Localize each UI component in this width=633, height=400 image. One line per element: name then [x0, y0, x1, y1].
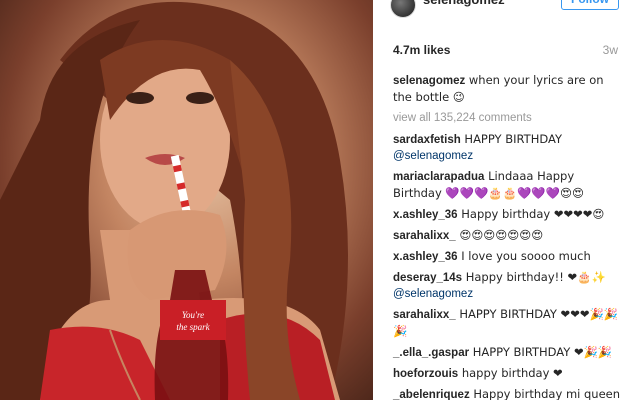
comment-username[interactable]: x.ashley_36 [393, 209, 458, 221]
comment-item: deseray_14s Happy birthday!! ❤🎂✨ @selena… [393, 269, 621, 302]
comment-username[interactable]: _abelenriquez [393, 389, 470, 400]
comment-username[interactable]: x.ashley_36 [393, 251, 458, 263]
post-photo[interactable]: You're the spark [0, 0, 373, 400]
post-age[interactable]: 3w [603, 43, 618, 57]
comment-username[interactable]: mariaclarapadua [393, 171, 484, 183]
stats-row: 4.7m likes 3w [393, 43, 618, 59]
view-all-comments-link[interactable]: view all 135,224 comments [393, 110, 621, 126]
comment-username[interactable]: sarahalixx_ [393, 230, 456, 242]
comment-text: Happy birthday!! ❤🎂✨ [462, 270, 606, 284]
post-header: selenagomez Follow [373, 0, 633, 22]
like-count[interactable]: 4.7m likes [393, 43, 450, 57]
comment-item: mariaclarapadua Lindaaa Happy Birthday 💜… [393, 168, 621, 202]
comment-mention[interactable]: @selenagomez [393, 288, 473, 300]
comment-text: Happy birthday mi queen [469, 387, 621, 400]
comment-text: 😍😍😍😍😍😍😍 [455, 228, 544, 242]
caption: selenagomez when your lyrics are on the … [393, 72, 621, 106]
comment-item: x.ashley_36 I love you soooo much [393, 248, 621, 265]
svg-text:You're: You're [182, 310, 204, 320]
avatar[interactable] [390, 0, 416, 18]
comment-item: sarahalixx_ HAPPY BIRTHDAY ❤❤❤🎉🎉🎉 [393, 306, 621, 340]
comment-item: x.ashley_36 Happy birthday ❤❤❤❤😍 [393, 206, 621, 223]
comment-item: sarahalixx_ 😍😍😍😍😍😍😍 [393, 227, 621, 244]
caption-username[interactable]: selenagomez [393, 75, 465, 87]
comment-text: Happy birthday ❤❤❤❤😍 [457, 207, 605, 221]
comment-text: happy birthday ❤ [458, 366, 563, 380]
comment-item: hoeforzouis happy birthday ❤ [393, 365, 621, 382]
comment-username[interactable]: hoeforzouis [393, 368, 458, 380]
comment-text: HAPPY BIRTHDAY [460, 132, 562, 146]
comment-list: selenagomez when your lyrics are on the … [393, 72, 621, 400]
comment-text: I love you soooo much [457, 249, 591, 263]
comment-text: HAPPY BIRTHDAY ❤🎉🎉 [469, 345, 613, 359]
comment-username[interactable]: _.ella_.gaspar [393, 347, 469, 359]
comment-item: _abelenriquez Happy birthday mi queen [393, 386, 621, 400]
svg-text:the spark: the spark [176, 322, 210, 332]
comment-username[interactable]: sarahalixx_ [393, 309, 456, 321]
portrait-illustration: You're the spark [0, 1, 348, 400]
follow-button[interactable]: Follow [561, 0, 619, 10]
comment-username[interactable]: deseray_14s [393, 272, 462, 284]
comment-item: _.ella_.gaspar HAPPY BIRTHDAY ❤🎉🎉 [393, 344, 621, 361]
author-username[interactable]: selenagomez [423, 0, 505, 7]
comment-username[interactable]: sardaxfetish [393, 134, 461, 146]
comment-item: sardaxfetish HAPPY BIRTHDAY @selenagomez [393, 131, 621, 164]
comment-mention[interactable]: @selenagomez [393, 150, 473, 162]
post-sidebar: selenagomez Follow 4.7m likes 3w selenag… [373, 0, 633, 400]
instagram-post: You're the spark selenagomez Follow 4.7m… [0, 0, 633, 400]
